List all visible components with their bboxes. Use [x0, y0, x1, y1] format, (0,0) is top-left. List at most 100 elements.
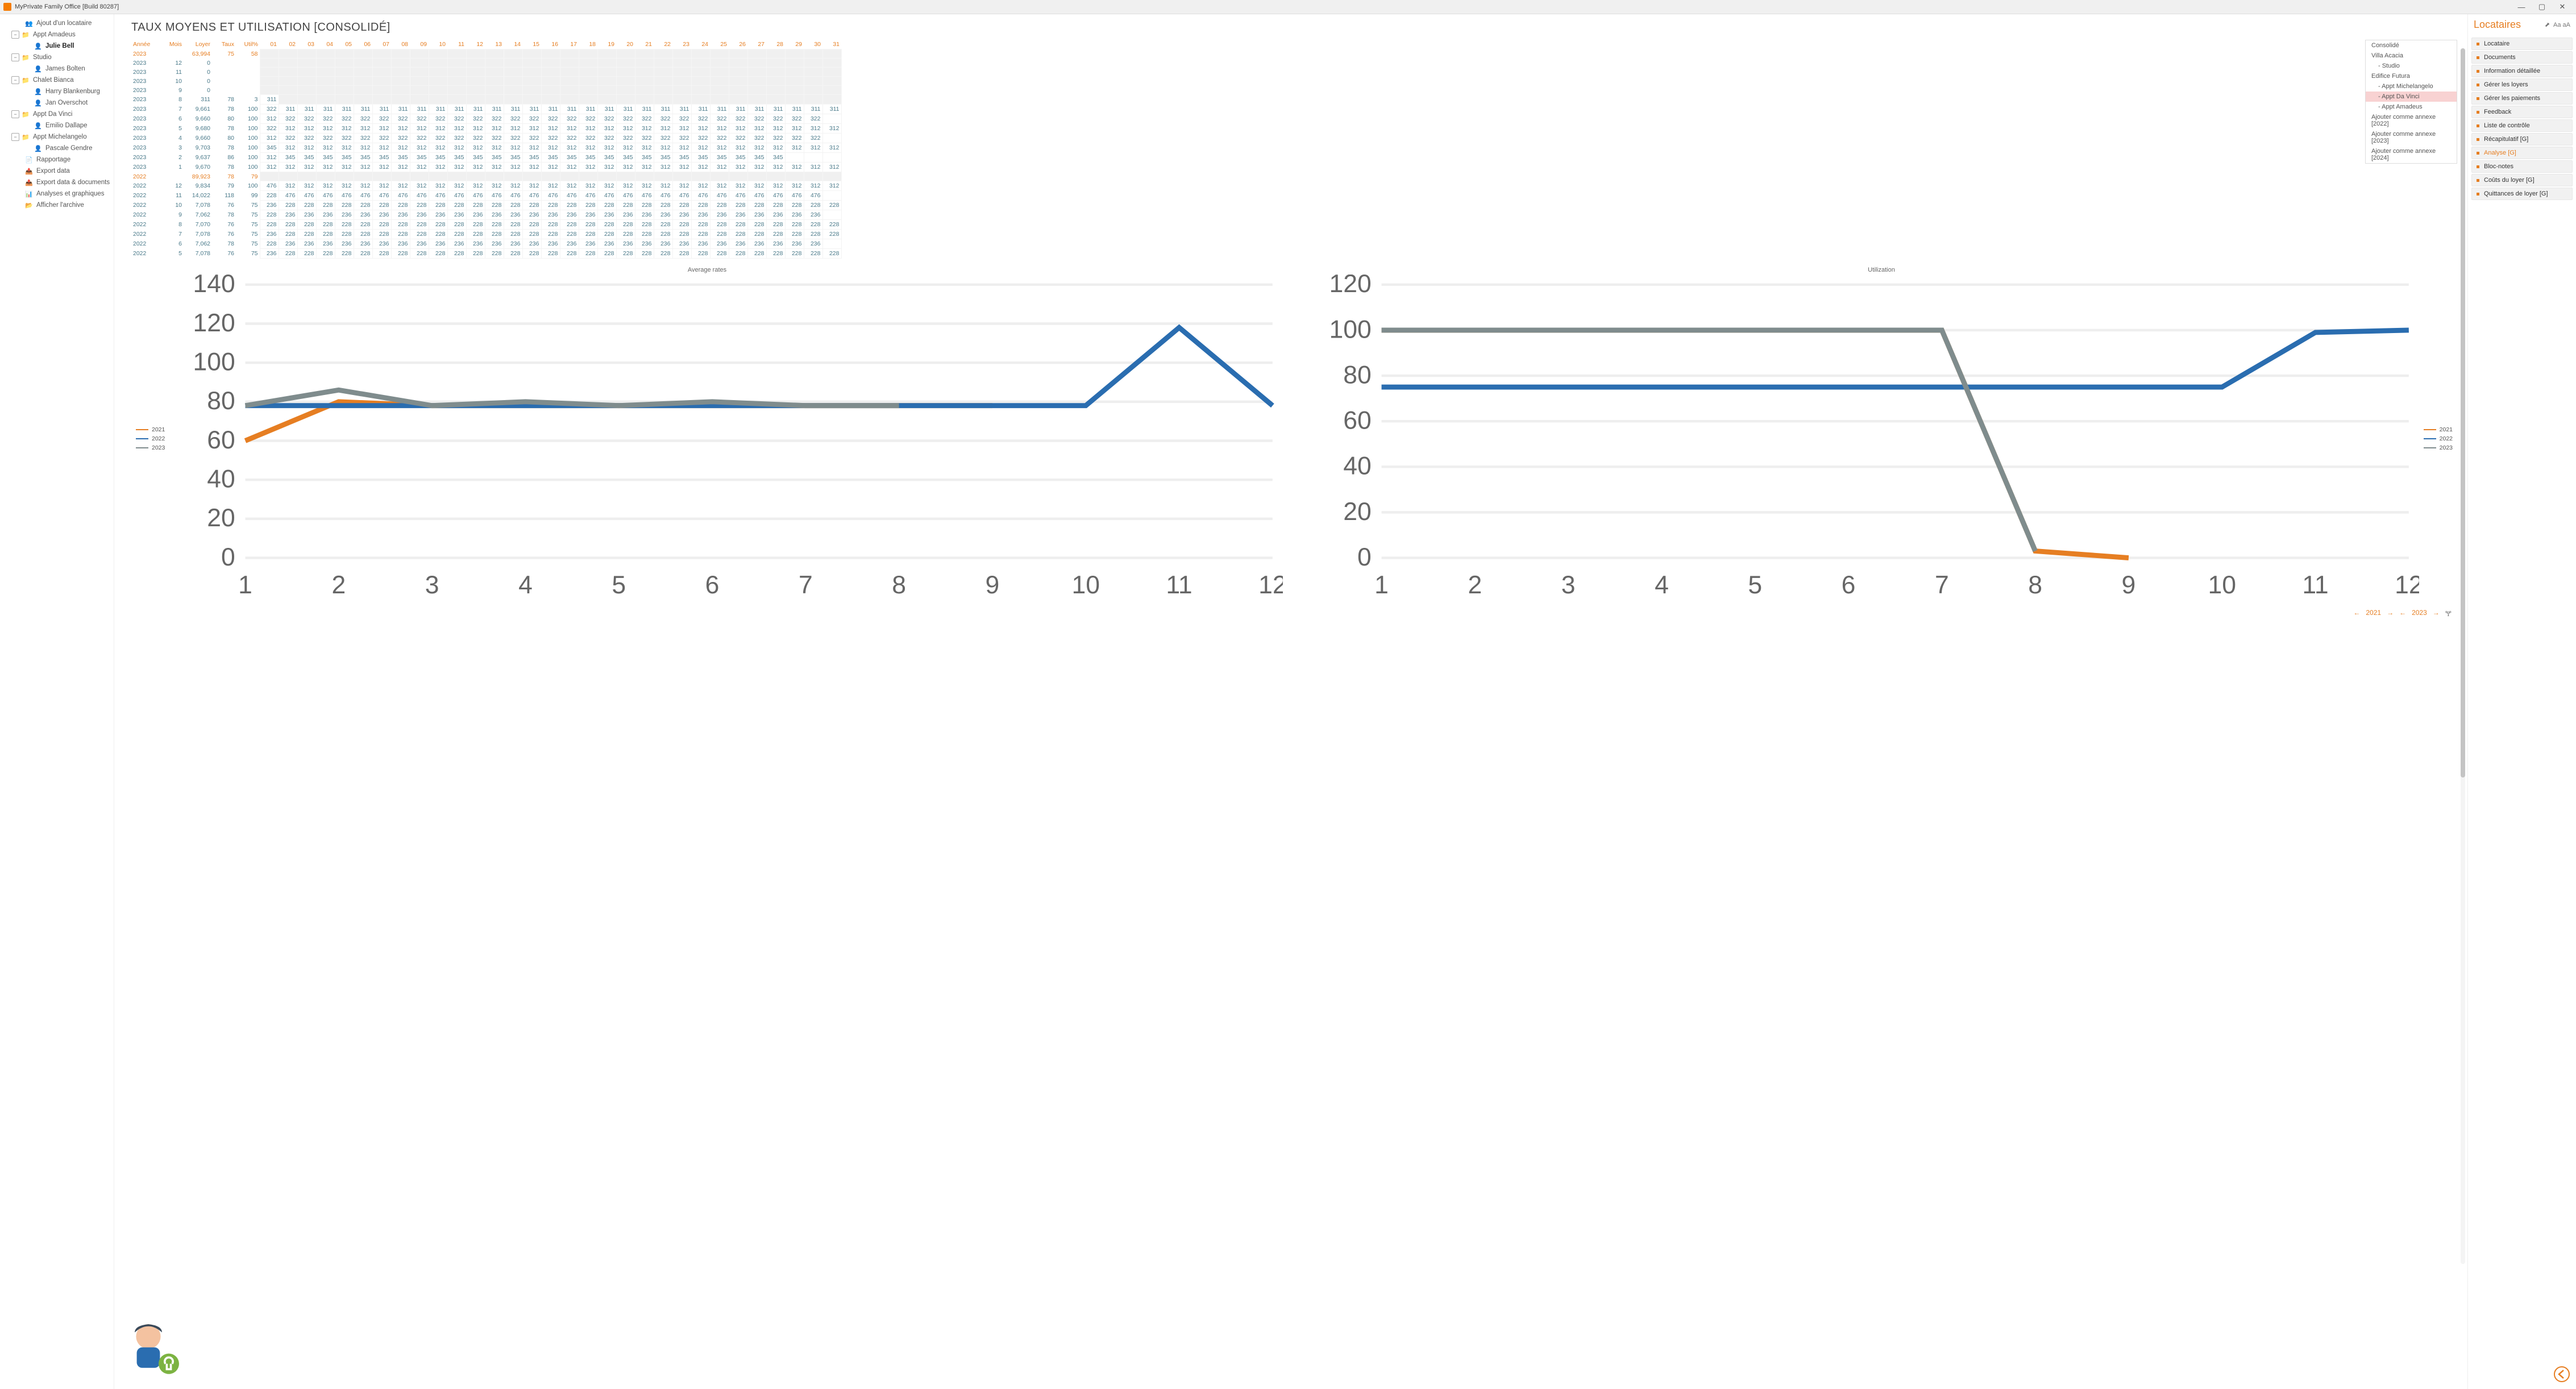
col-header[interactable]: 06: [354, 40, 372, 49]
col-header[interactable]: 07: [372, 40, 391, 49]
table-cell: 312: [429, 163, 447, 172]
right-nav-item[interactable]: Coûts du loyer [G]: [2471, 174, 2573, 186]
col-header[interactable]: 15: [522, 40, 541, 49]
col-header[interactable]: 10: [429, 40, 447, 49]
dropdown-item[interactable]: Consolidé: [2366, 40, 2457, 51]
dropdown-item[interactable]: Ajouter comme annexe [2024]: [2366, 146, 2457, 163]
folder-michelangelo[interactable]: −📁Appt Michelangelo: [0, 131, 114, 143]
person-emilio-dallape[interactable]: 👤Emilio Dallape: [0, 120, 114, 131]
col-header[interactable]: 19: [597, 40, 616, 49]
dropdown-item[interactable]: Ajouter comme annexe [2022]: [2366, 112, 2457, 129]
close-button[interactable]: ✕: [2552, 2, 2573, 11]
font-size-toggle[interactable]: Aa aA: [2553, 22, 2570, 28]
col-header[interactable]: 14: [504, 40, 522, 49]
scrollbar[interactable]: [2461, 48, 2465, 1264]
col-header[interactable]: 17: [560, 40, 579, 49]
year-left-prev[interactable]: ←: [2353, 609, 2360, 617]
right-nav-item[interactable]: Liste de contrôle: [2471, 119, 2573, 132]
toggle-icon[interactable]: −: [11, 110, 19, 118]
col-header[interactable]: 23: [672, 40, 691, 49]
col-header[interactable]: Loyer: [184, 40, 212, 49]
toggle-icon[interactable]: −: [11, 53, 19, 61]
year-right-prev[interactable]: ←: [2399, 609, 2406, 617]
folder-davinci[interactable]: −📁Appt Da Vinci: [0, 109, 114, 120]
col-header[interactable]: Année: [131, 40, 161, 49]
col-header[interactable]: 26: [729, 40, 747, 49]
col-header[interactable]: 16: [541, 40, 560, 49]
dropdown-item[interactable]: - Appt Amadeus: [2366, 102, 2457, 112]
col-header[interactable]: 05: [335, 40, 354, 49]
person-james-bolten[interactable]: 👤James Bolten: [0, 63, 114, 74]
col-header[interactable]: Mois: [161, 40, 184, 49]
folder-bianca[interactable]: −📁Chalet Bianca: [0, 74, 114, 86]
right-nav-item[interactable]: Gérer les paiements: [2471, 92, 2573, 105]
col-header[interactable]: 11: [447, 40, 466, 49]
toggle-icon[interactable]: −: [11, 133, 19, 141]
table-cell: [447, 49, 466, 59]
folder-amadeus[interactable]: −📁Appt Amadeus: [0, 29, 114, 40]
col-header[interactable]: 21: [635, 40, 654, 49]
dropdown-item[interactable]: - Appt Da Vinci: [2366, 92, 2457, 102]
col-header[interactable]: 12: [466, 40, 485, 49]
col-header[interactable]: 29: [785, 40, 804, 49]
right-nav-item[interactable]: Locataire: [2471, 38, 2573, 50]
dropdown-item[interactable]: - Studio: [2366, 61, 2457, 71]
entity-dropdown[interactable]: ConsolidéVilla Acacia- StudioEdifice Fut…: [2365, 40, 2457, 164]
col-header[interactable]: 13: [485, 40, 504, 49]
back-arrow-icon[interactable]: [2553, 1366, 2570, 1383]
person-pascale-gendre[interactable]: 👤Pascale Gendre: [0, 143, 114, 154]
col-header[interactable]: 27: [747, 40, 766, 49]
col-header[interactable]: 20: [616, 40, 635, 49]
col-header[interactable]: 04: [316, 40, 335, 49]
col-header[interactable]: Taux: [212, 40, 236, 49]
col-header[interactable]: 01: [260, 40, 279, 49]
person-julie-bell[interactable]: 👤Julie Bell: [0, 40, 114, 52]
toggle-icon[interactable]: −: [11, 76, 19, 84]
right-nav-item[interactable]: Récapitulatif [G]: [2471, 133, 2573, 145]
dropdown-item[interactable]: - Appt Michelangelo: [2366, 81, 2457, 92]
action-report[interactable]: 📄Rapportage: [0, 154, 114, 165]
col-header[interactable]: 08: [391, 40, 410, 49]
toggle-icon[interactable]: −: [11, 31, 19, 39]
dropdown-item[interactable]: Villa Acacia: [2366, 51, 2457, 61]
col-header[interactable]: 30: [804, 40, 822, 49]
table-cell: 322: [316, 114, 335, 124]
right-nav-item[interactable]: Gérer les loyers: [2471, 78, 2573, 91]
col-header[interactable]: 18: [579, 40, 597, 49]
filter-icon[interactable]: 🝖: [2445, 606, 2452, 620]
right-nav-item[interactable]: Bloc-notes: [2471, 160, 2573, 173]
bullet-icon: [2477, 124, 2479, 127]
person-jan-overschot[interactable]: 👤Jan Overschot: [0, 97, 114, 109]
col-header[interactable]: 31: [822, 40, 841, 49]
folder-studio[interactable]: −📁Studio: [0, 52, 114, 63]
action-analyses[interactable]: 📊Analyses et graphiques: [0, 188, 114, 199]
right-nav-item[interactable]: Quittances de loyer [G]: [2471, 188, 2573, 200]
col-header[interactable]: 28: [766, 40, 785, 49]
col-header[interactable]: 03: [297, 40, 316, 49]
dropdown-item[interactable]: Edifice Futura: [2366, 71, 2457, 81]
right-nav-item[interactable]: Analyse [G]: [2471, 147, 2573, 159]
scrollbar-thumb[interactable]: [2461, 48, 2465, 777]
person-harry-blankenburg[interactable]: 👤Harry Blankenburg: [0, 86, 114, 97]
table-cell: 2022: [131, 210, 161, 220]
year-left-next[interactable]: →: [2387, 609, 2394, 617]
col-header[interactable]: Util%: [236, 40, 260, 49]
action-export[interactable]: 📤Export data: [0, 165, 114, 177]
col-header[interactable]: 25: [710, 40, 729, 49]
minimize-button[interactable]: —: [2511, 3, 2532, 11]
right-nav-item[interactable]: Feedback: [2471, 106, 2573, 118]
maximize-button[interactable]: ▢: [2532, 2, 2552, 11]
right-nav-item[interactable]: Documents: [2471, 51, 2573, 64]
pin-icon[interactable]: ⬈: [2545, 21, 2550, 28]
col-header[interactable]: 24: [691, 40, 710, 49]
year-right-next[interactable]: →: [2433, 609, 2440, 617]
add-tenant[interactable]: 👥Ajout d'un locataire: [0, 18, 114, 29]
action-archive[interactable]: 📂Afficher l'archive: [0, 199, 114, 211]
dropdown-item[interactable]: Ajouter comme annexe [2023]: [2366, 129, 2457, 146]
table-cell: [279, 95, 297, 105]
right-nav-item[interactable]: Information détaillée: [2471, 65, 2573, 77]
col-header[interactable]: 02: [279, 40, 297, 49]
col-header[interactable]: 09: [410, 40, 429, 49]
col-header[interactable]: 22: [654, 40, 672, 49]
action-export-docs[interactable]: 📤Export data & documents: [0, 177, 114, 188]
